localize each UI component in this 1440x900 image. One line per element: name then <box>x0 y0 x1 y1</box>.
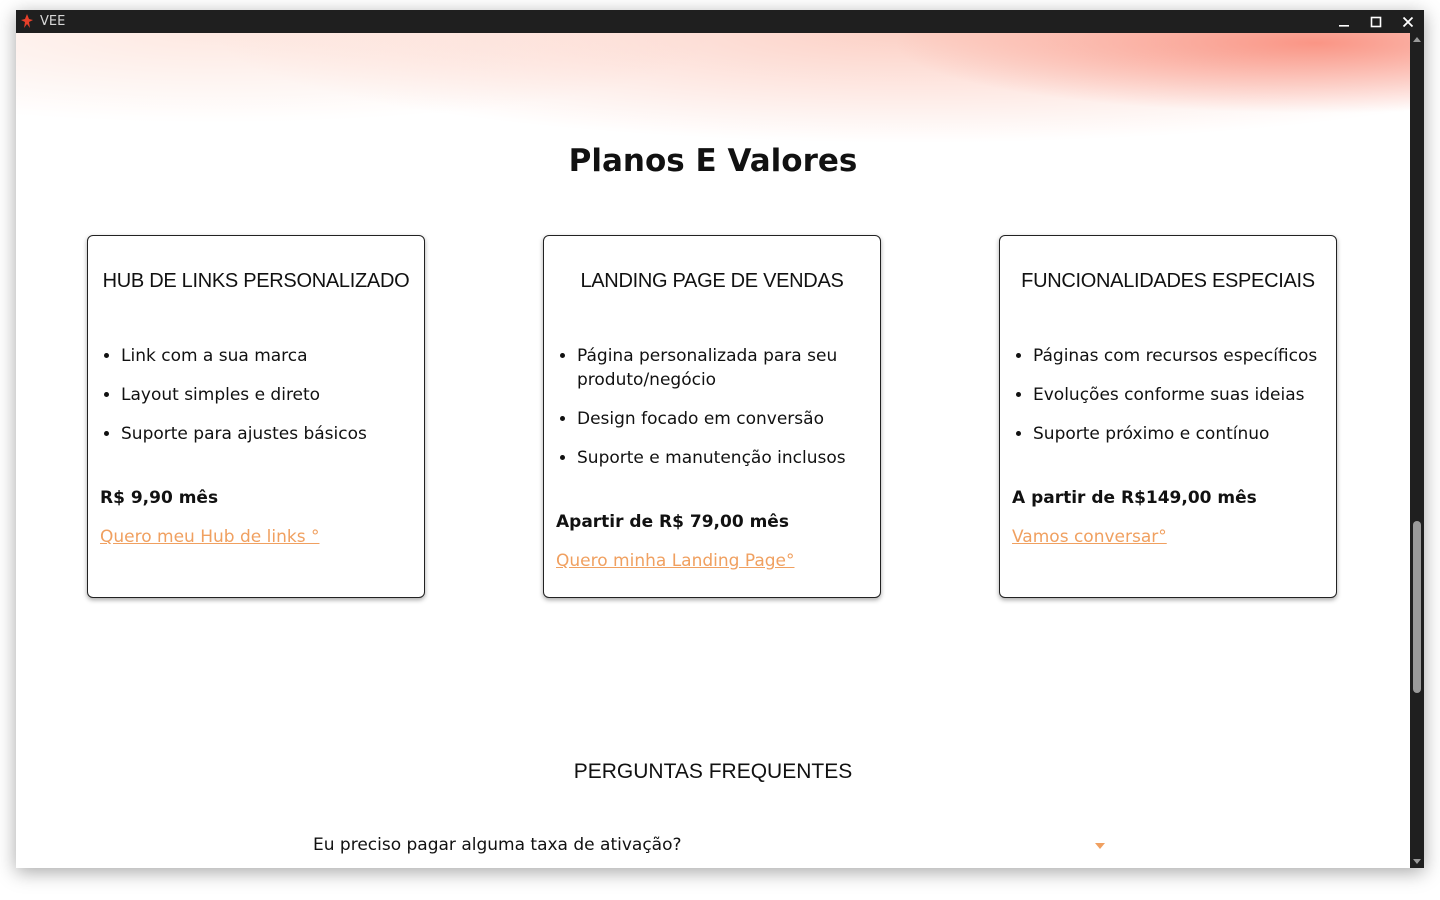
faq-item[interactable]: Eu preciso pagar alguma taxa de ativação… <box>313 835 1113 865</box>
vertical-scrollbar[interactable] <box>1410 33 1424 868</box>
scroll-up-icon[interactable] <box>1413 36 1421 44</box>
title-bar[interactable]: VEE <box>16 10 1424 33</box>
plan-card-special-features: FUNCIONALIDADES ESPECIAIS Páginas com re… <box>999 235 1337 598</box>
feature-item: Páginas com recursos específicos <box>1033 344 1351 368</box>
plan-title: FUNCIONALIDADES ESPECIAIS <box>1021 270 1315 292</box>
plan-card-landing-page: LANDING PAGE DE VENDAS Página personaliz… <box>543 235 881 598</box>
feature-item: Suporte próximo e contínuo <box>1033 422 1351 446</box>
maximize-icon <box>1370 16 1382 27</box>
faq-question: Eu preciso pagar alguma taxa de ativação… <box>313 835 682 855</box>
scroll-down-icon[interactable] <box>1413 857 1421 865</box>
feature-item: Layout simples e direto <box>121 383 439 407</box>
app-window: VEE Planos E Valores HUB DE LINKS PERSON… <box>16 10 1424 868</box>
feature-item: Suporte e manutenção inclusos <box>577 446 895 470</box>
pricing-title: Planos E Valores <box>568 143 858 179</box>
minimize-icon <box>1339 24 1349 27</box>
feature-item: Evoluções conforme suas ideias <box>1033 383 1351 407</box>
hub-links-cta-link[interactable]: Quero meu Hub de links ° <box>100 527 319 547</box>
feature-item: Link com a sua marca <box>121 344 439 368</box>
chevron-down-icon <box>1095 843 1105 849</box>
plan-price: A partir de R$149,00 mês <box>1012 488 1257 508</box>
close-button[interactable] <box>1392 10 1424 33</box>
close-icon <box>1402 16 1414 27</box>
contact-cta-link[interactable]: Vamos conversar° <box>1012 527 1167 547</box>
feature-item: Página personalizada para seu produto/ne… <box>577 344 895 392</box>
window-title: VEE <box>40 14 66 29</box>
faq-heading: PERGUNTAS FREQUENTES <box>573 760 853 783</box>
feature-item: Design focado em conversão <box>577 407 895 431</box>
plan-price: Apartir de R$ 79,00 mês <box>556 512 789 532</box>
landing-page-cta-link[interactable]: Quero minha Landing Page° <box>556 551 795 571</box>
app-logo-icon <box>20 13 34 29</box>
maximize-button[interactable] <box>1360 10 1392 33</box>
page-viewport[interactable]: Planos E Valores HUB DE LINKS PERSONALIZ… <box>16 33 1410 868</box>
plan-title: LANDING PAGE DE VENDAS <box>580 270 844 292</box>
minimize-button[interactable] <box>1328 10 1360 33</box>
plan-title: HUB DE LINKS PERSONALIZADO <box>102 270 410 292</box>
feature-list: Página personalizada para seu produto/ne… <box>556 344 895 485</box>
plan-card-hub-links: HUB DE LINKS PERSONALIZADO Link com a su… <box>87 235 425 598</box>
feature-item: Suporte para ajustes básicos <box>121 422 439 446</box>
feature-list: Páginas com recursos específicos Evoluçõ… <box>1012 344 1351 461</box>
plan-price: R$ 9,90 mês <box>100 488 219 508</box>
scroll-thumb[interactable] <box>1413 521 1421 693</box>
feature-list: Link com a sua marca Layout simples e di… <box>100 344 439 461</box>
